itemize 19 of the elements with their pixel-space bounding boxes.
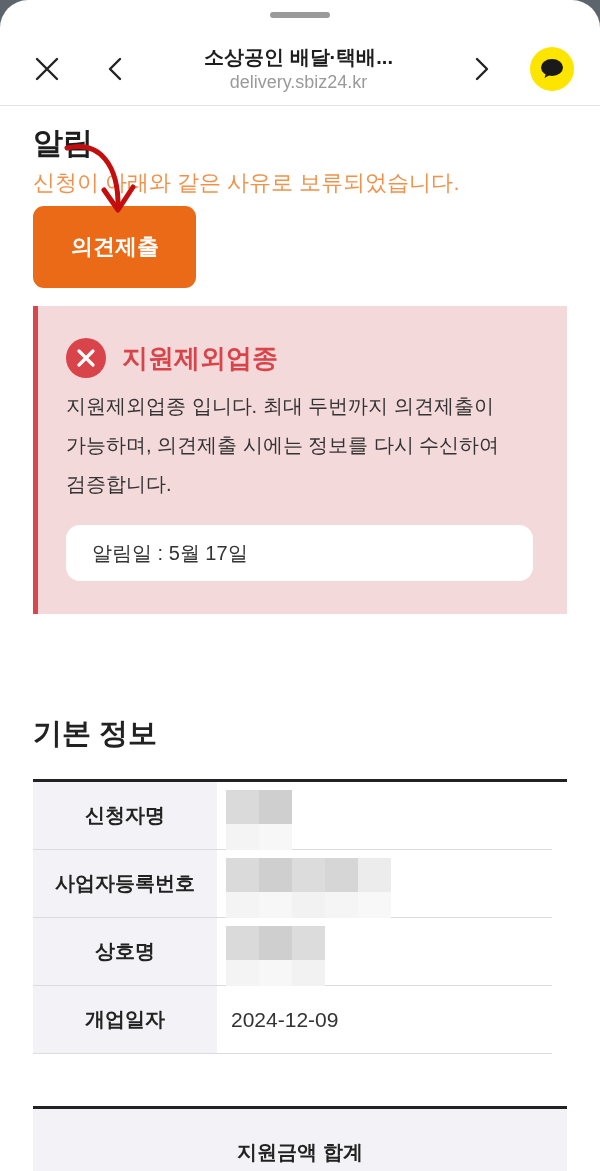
page-url: delivery.sbiz24.kr [229,72,368,93]
back-chevron-icon[interactable] [108,57,122,81]
page-title: 소상공인 배달·택배... [204,45,393,69]
notice-date: 알림일 : 5월 17일 [66,525,533,581]
section-heading: 기본 정보 [33,716,159,751]
row-label: 상호명 [33,918,217,985]
chat-bubble-icon[interactable] [530,47,574,91]
alert-title: 지원제외업종 [122,341,278,375]
row-label: 사업자등록번호 [33,850,217,917]
alert-message: 지원제외업종 입니다. 최대 두번까지 의견제출이 가능하며, 의견제출 시에는 정보를 다시 수신하여 검증합니다. [66,394,501,497]
close-icon[interactable] [35,57,59,81]
error-icon [66,338,106,378]
total-heading: 지원금액 합계 [237,1140,363,1165]
row-label: 개업일자 [33,986,217,1053]
row-value: 2024-12-09 [231,1007,339,1032]
submit-opinion-button[interactable]: 의견제출 [33,206,196,288]
forward-chevron-icon[interactable] [475,57,489,81]
row-label: 신청자명 [33,782,217,849]
drag-handle[interactable] [270,12,330,18]
